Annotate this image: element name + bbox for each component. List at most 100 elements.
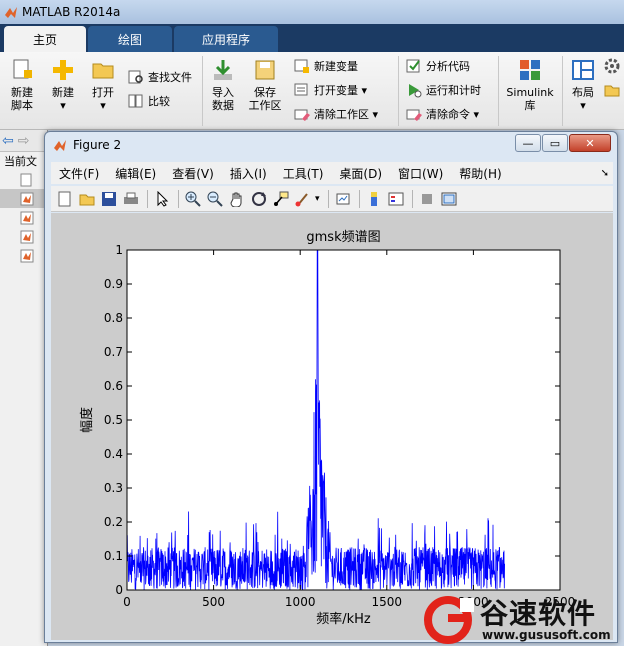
link-plot-button[interactable] [333, 189, 353, 209]
import-data-button[interactable]: 导入 数据 [208, 58, 238, 112]
back-arrow-icon[interactable]: ⇦ [2, 133, 14, 149]
layout-button[interactable]: 布局 ▾ [568, 58, 598, 112]
save-figure-button[interactable] [99, 189, 119, 209]
folder-icon [92, 63, 114, 79]
y-tick-label: 0.7 [104, 345, 123, 359]
zoom-in-icon [185, 191, 201, 207]
minimize-button[interactable]: — [515, 134, 541, 152]
open-variable-dropdown-icon[interactable]: ▾ [358, 84, 367, 97]
list-item[interactable] [0, 170, 47, 189]
forward-arrow-icon[interactable]: ⇨ [18, 133, 30, 149]
folder-nav-bar: ⇦ ⇨ [0, 130, 47, 152]
save-workspace-label-1: 保存 [254, 86, 276, 99]
preferences-button[interactable] [604, 57, 624, 75]
run-and-time-label: 运行和计时 [426, 84, 481, 97]
pan-button[interactable] [227, 189, 247, 209]
zoom-out-icon [207, 191, 223, 207]
watermark-url: www.gususoft.com [482, 628, 611, 642]
tab-plots[interactable]: 绘图 [88, 26, 172, 52]
import-label-1: 导入 [212, 86, 234, 99]
import-icon [214, 60, 232, 80]
new-variable-label: 新建变量 [314, 60, 358, 73]
layout-label: 布局 [572, 86, 594, 99]
data-cursor-button[interactable] [271, 189, 291, 209]
analyze-code-icon [406, 59, 420, 73]
toolbar-separator [147, 189, 148, 208]
gmsk-spectrum-chart[interactable]: 0500100015002000250000.10.20.30.40.50.60… [51, 213, 613, 640]
ribbon-separator [498, 56, 499, 126]
menu-file[interactable]: 文件(F) [51, 165, 107, 182]
run-and-time-icon [409, 84, 422, 98]
set-path-button[interactable] [604, 81, 624, 99]
maximize-button[interactable]: ▭ [542, 134, 568, 152]
rotate-3d-button[interactable] [249, 189, 269, 209]
menu-tools[interactable]: 工具(T) [275, 165, 332, 182]
menu-window[interactable]: 窗口(W) [390, 165, 451, 182]
menu-edit[interactable]: 编辑(E) [107, 165, 164, 182]
save-workspace-button[interactable]: 保存 工作区 [246, 58, 284, 112]
insert-colorbar-button[interactable] [364, 189, 384, 209]
menu-insert[interactable]: 插入(I) [222, 165, 275, 182]
clear-workspace-button[interactable]: 清除工作区 ▾ [294, 105, 378, 123]
close-button[interactable]: ✕ [569, 134, 611, 152]
open-variable-button[interactable]: 打开变量 ▾ [294, 81, 367, 99]
layout-icon [572, 60, 594, 80]
menu-view[interactable]: 查看(V) [164, 165, 222, 182]
eraser-icon [406, 109, 422, 121]
new-button[interactable]: 新建 ▾ [48, 58, 78, 112]
insert-legend-button[interactable] [386, 189, 406, 209]
figure-title: Figure 2 [73, 138, 122, 152]
folder-icon [79, 194, 95, 205]
simulink-library-button[interactable]: Simulink 库 [504, 58, 556, 112]
ribbon: 新建 脚本 新建 ▾ 打开 ▾ 查找文件 比较 导入 数据 保存 工作区 新建变… [0, 52, 624, 130]
matlab-file-icon [20, 230, 34, 243]
maximize-icon: ▭ [549, 136, 561, 150]
new-figure-button[interactable] [55, 189, 75, 209]
zoom-in-button[interactable] [183, 189, 203, 209]
y-tick-label: 0.6 [104, 379, 123, 393]
printer-icon [124, 192, 138, 204]
simulink-label-1: Simulink [506, 86, 554, 99]
y-tick-label: 0.5 [104, 413, 123, 427]
clear-workspace-dropdown-icon[interactable]: ▾ [369, 108, 378, 121]
clear-commands-button[interactable]: 清除命令 ▾ [406, 105, 479, 123]
menu-desktop[interactable]: 桌面(D) [331, 165, 390, 182]
x-tick-label: 1000 [285, 595, 316, 609]
gear-icon [604, 58, 620, 74]
analyze-code-button[interactable]: 分析代码 [406, 57, 470, 75]
clear-workspace-label: 清除工作区 [314, 108, 369, 121]
save-workspace-label-2: 工作区 [248, 99, 282, 112]
open-variable-label: 打开变量 [314, 84, 358, 97]
run-and-time-button[interactable]: 运行和计时 [406, 81, 481, 99]
link-plot-icon [336, 193, 350, 204]
new-script-icon [13, 59, 32, 79]
tab-apps[interactable]: 应用程序 [174, 26, 278, 52]
new-variable-button[interactable]: 新建变量 [294, 57, 358, 75]
clear-commands-dropdown-icon[interactable]: ▾ [470, 108, 479, 121]
open-file-button[interactable] [77, 189, 97, 209]
colorbar-icon [370, 191, 377, 206]
y-tick-label: 0 [115, 583, 123, 597]
y-tick-label: 0.9 [104, 277, 123, 291]
find-files-button[interactable]: 查找文件 [128, 68, 192, 86]
zoom-out-button[interactable] [205, 189, 225, 209]
tab-home[interactable]: 主页 [4, 26, 86, 52]
compare-button[interactable]: 比较 [128, 92, 170, 110]
list-item[interactable] [0, 208, 47, 227]
new-script-button[interactable]: 新建 脚本 [6, 58, 38, 112]
menu-overflow-icon[interactable]: ➘ [601, 168, 609, 179]
list-item[interactable] [0, 189, 47, 208]
brush-button[interactable] [293, 189, 313, 209]
toolbar-separator [327, 189, 329, 208]
show-plot-tools-button[interactable] [439, 189, 459, 209]
print-figure-button[interactable] [121, 189, 141, 209]
list-item[interactable] [0, 246, 47, 265]
brush-dropdown-icon[interactable]: ▾ [315, 194, 320, 204]
open-button[interactable]: 打开 ▾ [88, 58, 118, 112]
figure-window: Figure 2 — ▭ ✕ 文件(F) 编辑(E) 查看(V) 插入(I) 工… [44, 131, 618, 643]
menu-help[interactable]: 帮助(H) [451, 165, 509, 182]
toolbar-separator [178, 189, 179, 208]
list-item[interactable] [0, 227, 47, 246]
edit-plot-button[interactable] [152, 189, 172, 209]
hide-plot-tools-button[interactable] [417, 189, 437, 209]
